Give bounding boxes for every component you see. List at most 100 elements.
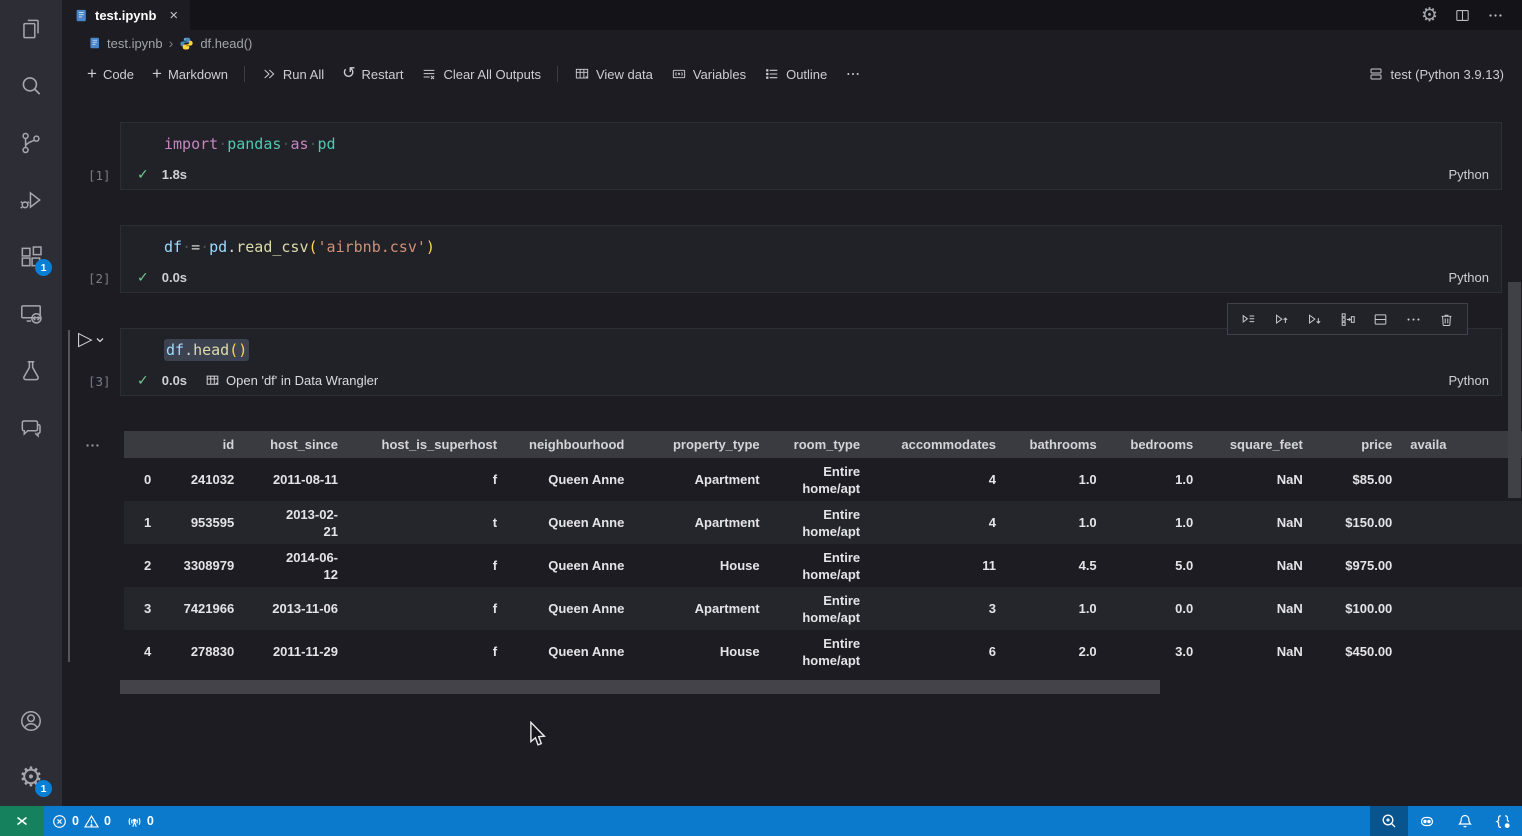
split-editor-icon[interactable] [1454,7,1471,24]
execute-cell-and-below-button[interactable] [1233,306,1264,332]
remote-explorer-button[interactable] [0,285,62,342]
code-token: read_csv [236,238,308,256]
cell-editor[interactable]: df.head() ✓ 0.0s Open 'df' in Data Wrang… [120,328,1502,396]
trash-icon [1438,311,1455,328]
breadcrumb: test.ipynb › df.head() [62,30,1522,56]
restart-button[interactable]: ↺ Restart [333,61,412,87]
table-cell: 2013-02- 21 [246,501,350,544]
braces-button[interactable] [1484,806,1522,836]
run-cell-button[interactable]: ▷ [78,330,105,349]
cell-language[interactable]: Python [1449,373,1489,388]
success-check-icon: ✓ [137,269,149,286]
open-in-data-wrangler-label: Open 'df' in Data Wrangler [226,373,378,388]
table-cell: 6 [872,630,1008,673]
comments-button[interactable] [0,399,62,456]
extensions-button[interactable]: 1 [0,228,62,285]
view-data-button[interactable]: View data [565,61,662,87]
copilot-icon [1419,813,1435,829]
column-header: bathrooms [1008,431,1109,458]
split-cell-icon [1372,311,1389,328]
clear-all-outputs-button[interactable]: Clear All Outputs [412,61,550,87]
add-markdown-button[interactable]: + Markdown [143,61,237,87]
table-cell: 1 [124,501,163,544]
code-line[interactable]: df·=·pd.read_csv('airbnb.csv') [121,226,1501,264]
variables-button[interactable]: Variables [662,61,755,87]
account-button[interactable] [0,692,62,749]
column-header: id [163,431,246,458]
open-in-data-wrangler-button[interactable]: Open 'df' in Data Wrangler [205,373,378,388]
cell-more-actions-button[interactable] [1398,306,1429,332]
problems-button[interactable]: 0 0 [44,806,119,836]
table-cell: 4 [124,630,163,673]
settings-button[interactable]: ⚙ 1 [0,749,62,806]
source-control-button[interactable] [0,114,62,171]
more-actions-icon[interactable] [1487,7,1504,24]
notebook-cell-3: ▷ [3] df.head() ✓ 0.0s Open 'df' in Data… [62,328,1522,396]
add-code-button[interactable]: + Code [78,61,143,87]
output-more-actions-icon[interactable] [84,437,101,454]
table-cell: NaN [1205,501,1315,544]
code-token: pandas [227,135,281,153]
execution-duration: 0.0s [162,270,187,285]
run-and-debug-button[interactable] [0,171,62,228]
table-cell [1404,587,1522,630]
tab-test-ipynb[interactable]: test.ipynb × [62,0,190,30]
table-cell: NaN [1205,458,1315,501]
variables-label: Variables [693,67,746,82]
tab-close-icon[interactable]: × [169,7,178,24]
breadcrumb-file[interactable]: test.ipynb [107,36,163,51]
editor-area: test.ipynb × ⚙ test.ipynb › df.head() + … [62,0,1522,806]
table-cell: Queen Anne [509,501,636,544]
table-cell: f [350,630,509,673]
testing-button[interactable] [0,342,62,399]
kernel-label: test (Python 3.9.13) [1391,67,1504,82]
split-cell-button[interactable] [1365,306,1396,332]
cell-gutter: [2] [62,225,120,293]
breadcrumb-symbol[interactable]: df.head() [200,36,252,51]
execute-above-cells-button[interactable] [1266,306,1297,332]
run-and-debug-icon [18,187,44,213]
vertical-scrollbar[interactable] [1508,282,1521,498]
column-header: square_feet [1205,431,1315,458]
notebook-toolbar: + Code + Markdown Run All ↺ Restart Clea… [62,56,1522,92]
broadcast-tower-icon [127,814,142,829]
toolbar-more-button[interactable] [836,61,870,87]
cell-editor[interactable]: df·=·pd.read_csv('airbnb.csv') ✓ 0.0s Py… [120,225,1502,293]
explorer-button[interactable] [0,0,62,57]
column-header: bedrooms [1109,431,1206,458]
notifications-button[interactable] [1446,806,1484,836]
add-icon: + [152,65,162,82]
execute-cell-and-below-arrow-button[interactable] [1299,306,1330,332]
cell-language[interactable]: Python [1449,167,1489,182]
remote-indicator[interactable] [0,806,44,836]
code-line[interactable]: import·pandas·as·pd [121,123,1501,161]
ports-button[interactable]: 0 [119,806,162,836]
cell-language[interactable]: Python [1449,270,1489,285]
table-cell: 0.0 [1109,587,1206,630]
table-cell: House [636,630,771,673]
cell-editor[interactable]: import·pandas·as·pd ✓ 1.8s Python [120,122,1502,190]
chevron-down-icon [95,335,105,345]
table-cell [1404,544,1522,587]
outline-button[interactable]: Outline [755,61,836,87]
table-cell: 1.0 [1109,501,1206,544]
code-token: 'airbnb.csv' [318,238,426,256]
delete-cell-button[interactable] [1431,306,1462,332]
run-all-button[interactable]: Run All [252,61,333,87]
more-actions-icon [1405,311,1422,328]
add-icon: + [87,65,97,82]
copilot-button[interactable] [1408,806,1446,836]
join-cells-button[interactable] [1332,306,1363,332]
kernel-picker-button[interactable]: test (Python 3.9.13) [1368,66,1506,82]
restart-icon: ↺ [342,66,355,82]
code-token: ( [229,341,238,359]
zoom-button[interactable] [1370,806,1408,836]
breadcrumb-separator: › [169,35,174,51]
table-cell: 7421966 [163,587,246,630]
success-check-icon: ✓ [137,372,149,389]
view-data-label: View data [596,67,653,82]
search-button[interactable] [0,57,62,114]
gear-icon[interactable]: ⚙ [1421,6,1438,25]
outline-label: Outline [786,67,827,82]
horizontal-scrollbar[interactable] [120,680,1160,694]
